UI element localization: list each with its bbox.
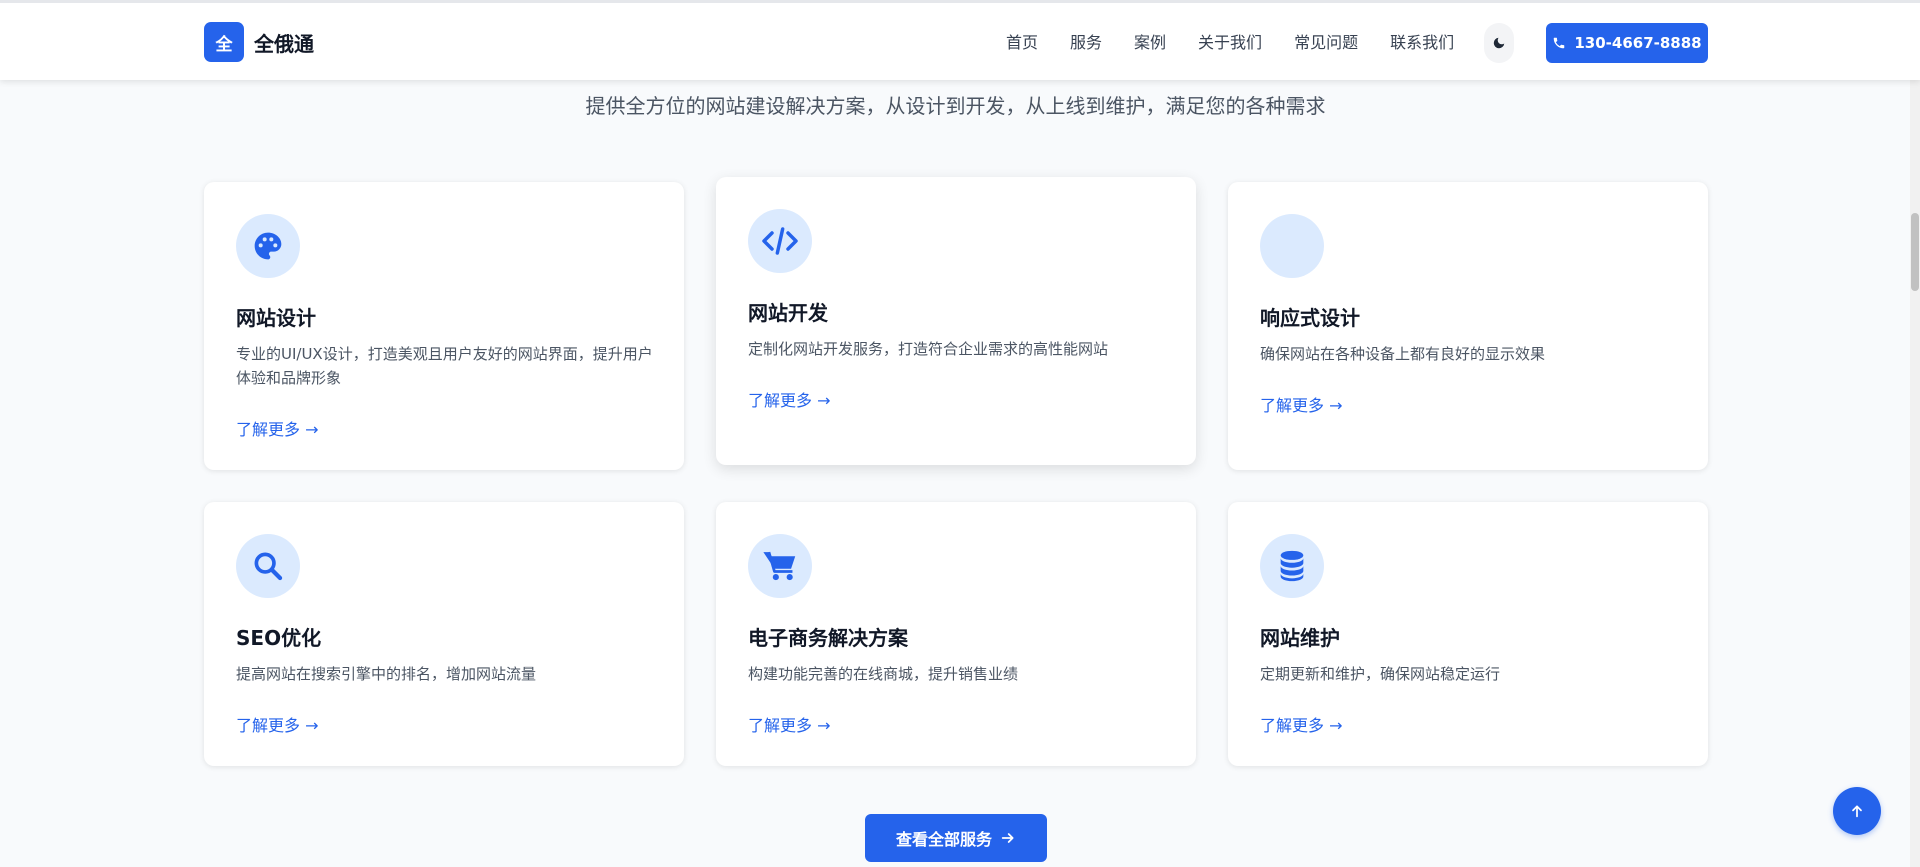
scrollbar[interactable] [1910,0,1920,867]
learn-more-link[interactable]: 了解更多 → [748,712,831,736]
mobile-icon [1260,214,1324,278]
icon-circle [236,214,300,278]
icon-circle [748,534,812,598]
service-card[interactable]: SEO优化 提高网站在搜索引擎中的排名，增加网站流量 了解更多 → [204,502,684,766]
cart-icon [763,551,796,581]
site-header: 全 全俄通 首页 服务 案例 关于我们 常见问题 联系我们 130-4667-8… [0,0,1920,80]
card-description: 定制化网站开发服务，打造符合企业需求的高性能网站 [748,340,1109,358]
nav-services[interactable]: 服务 [1070,29,1102,57]
arrow-right-icon [1001,833,1014,843]
nav-home[interactable]: 首页 [1006,29,1038,57]
search-icon [254,552,283,581]
card-description: 定期更新和维护，确保网站稳定运行 [1260,665,1501,683]
phone-number: 130-4667-8888 [1574,34,1702,52]
service-card[interactable]: 网站设计 专业的UI/UX设计，打造美观且用户友好的网站界面，提升用户体验和品牌… [204,182,684,470]
learn-more-link[interactable]: 了解更多 → [236,416,319,440]
theme-toggle-button[interactable] [1484,23,1514,63]
section-subtitle: 提供全方位的网站建设解决方案，从设计到开发，从上线到维护，满足您的各种需求 [585,94,1326,118]
logo-icon: 全 [204,22,244,62]
card-description: 构建功能完善的在线商城，提升销售业绩 [748,665,1019,683]
card-title: 网站设计 [236,306,316,330]
nav-contact[interactable]: 联系我们 [1390,29,1454,57]
learn-more-link[interactable]: 了解更多 → [748,387,831,411]
service-card[interactable]: 响应式设计 确保网站在各种设备上都有良好的显示效果 了解更多 → [1228,182,1708,470]
icon-circle [1260,534,1324,598]
learn-more-link[interactable]: 了解更多 → [1260,712,1343,736]
view-all-label: 查看全部服务 [895,830,992,849]
nav-about[interactable]: 关于我们 [1198,29,1262,57]
card-title: 电子商务解决方案 [748,626,908,650]
database-icon [1280,550,1304,582]
brand-name: 全俄通 [254,31,314,56]
view-all-services-button[interactable]: 查看全部服务 [865,814,1047,862]
service-card[interactable]: 网站维护 定期更新和维护，确保网站稳定运行 了解更多 → [1228,502,1708,766]
card-title: 响应式设计 [1260,306,1360,330]
back-to-top-button[interactable] [1833,787,1881,835]
card-description: 提高网站在搜索引擎中的排名，增加网站流量 [236,665,537,683]
learn-more-link[interactable]: 了解更多 → [236,712,319,736]
code-icon [762,227,798,255]
card-title: 网站维护 [1260,626,1340,650]
moon-icon [1493,37,1505,49]
card-description: 专业的UI/UX设计，打造美观且用户友好的网站界面，提升用户体验和品牌形象 [236,345,653,387]
icon-circle [748,209,812,273]
phone-button[interactable]: 130-4667-8888 [1546,23,1708,63]
phone-icon [1554,37,1565,49]
card-description: 确保网站在各种设备上都有良好的显示效果 [1260,345,1546,363]
palette-icon [254,232,282,260]
service-card[interactable]: 网站开发 定制化网站开发服务，打造符合企业需求的高性能网站 了解更多 → [716,177,1196,465]
nav-cases[interactable]: 案例 [1134,29,1166,57]
arrow-up-icon [1852,805,1862,818]
learn-more-link[interactable]: 了解更多 → [1260,392,1343,416]
brand[interactable]: 全 全俄通 [204,22,314,62]
scrollbar-thumb[interactable] [1911,213,1919,291]
card-title: SEO优化 [236,626,322,650]
nav-faq[interactable]: 常见问题 [1294,29,1358,57]
main-nav: 首页 服务 案例 关于我们 常见问题 联系我们 [1006,29,1486,57]
card-title: 网站开发 [748,301,828,325]
service-card[interactable]: 电子商务解决方案 构建功能完善的在线商城，提升销售业绩 了解更多 → [716,502,1196,766]
icon-circle [236,534,300,598]
